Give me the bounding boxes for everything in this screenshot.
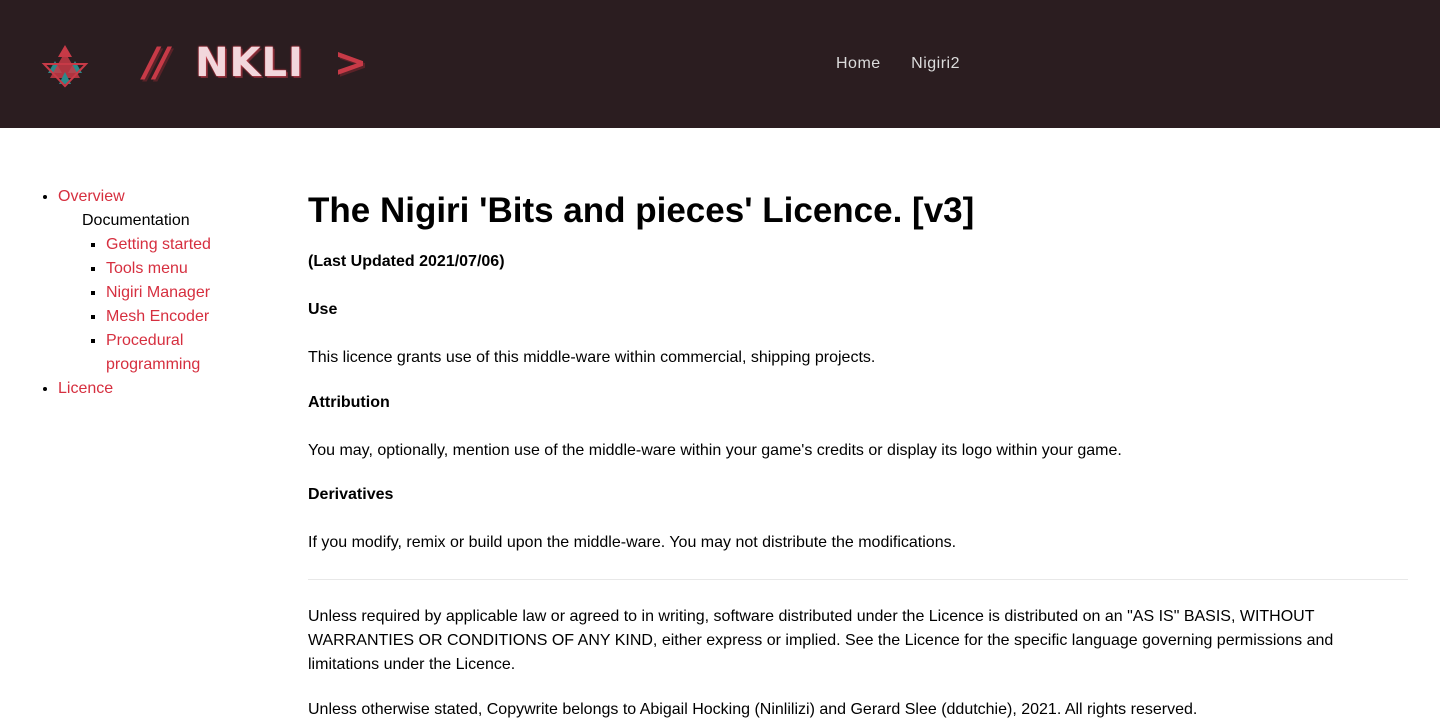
sidebar-link-getting-started[interactable]: Getting started <box>106 236 211 253</box>
sidebar-link-procedural-programming[interactable]: Procedural programming <box>106 332 200 373</box>
sidebar-item-procedural-programming: Procedural programming <box>106 329 226 377</box>
last-updated: (Last Updated 2021/07/06) <box>308 253 505 270</box>
section-text-use: This licence grants use of this middle-w… <box>308 349 876 366</box>
top-navbar: // NKLI > Home Nigiri2 <box>0 0 1440 128</box>
sidebar: Overview Documentation Getting started T… <box>0 185 260 401</box>
sidebar-link-nigiri-manager[interactable]: Nigiri Manager <box>106 284 210 301</box>
sidebar-link-mesh-encoder[interactable]: Mesh Encoder <box>106 308 209 325</box>
main-content: The Nigiri 'Bits and pieces' Licence. [v… <box>308 190 1408 722</box>
section-heading-use: Use <box>308 301 338 318</box>
logo-caret: > <box>333 40 369 86</box>
main-nav: Home Nigiri2 <box>836 54 986 74</box>
nav-nigiri2-link[interactable]: Nigiri2 <box>911 55 960 72</box>
sidebar-list: Overview Documentation Getting started T… <box>0 185 260 401</box>
divider <box>308 579 1408 580</box>
section-text-derivatives: If you modify, remix or build upon the m… <box>308 534 957 551</box>
sidebar-sublist: Getting started Tools menu Nigiri Manage… <box>58 233 260 377</box>
site-logo[interactable]: // NKLI > <box>40 40 367 90</box>
sidebar-item-licence: Licence <box>58 377 260 401</box>
sidebar-item-nigiri-manager: Nigiri Manager <box>106 281 260 305</box>
section-text-attribution: You may, optionally, mention use of the … <box>308 442 1122 459</box>
page-title: The Nigiri 'Bits and pieces' Licence. [v… <box>308 191 975 230</box>
logo-slashes: // <box>144 40 169 86</box>
logo-name: NKLI <box>195 40 304 86</box>
nav-home-link[interactable]: Home <box>836 55 881 72</box>
sidebar-label-documentation: Documentation <box>82 212 190 229</box>
logo-wordmark: // NKLI > <box>144 40 368 90</box>
copyright-text: Unless otherwise stated, Copywrite belon… <box>308 701 1198 718</box>
sidebar-link-overview[interactable]: Overview <box>58 188 125 205</box>
sidebar-link-licence[interactable]: Licence <box>58 380 113 397</box>
sidebar-link-tools-menu[interactable]: Tools menu <box>106 260 188 277</box>
sidebar-item-overview: Overview Documentation Getting started T… <box>58 185 260 377</box>
sidebar-item-tools-menu: Tools menu <box>106 257 260 281</box>
section-heading-attribution: Attribution <box>308 394 390 411</box>
section-heading-derivatives: Derivatives <box>308 486 394 503</box>
sidebar-item-mesh-encoder: Mesh Encoder <box>106 305 260 329</box>
sidebar-item-getting-started: Getting started <box>106 233 260 257</box>
triforce-logo-icon <box>41 45 89 88</box>
disclaimer-text: Unless required by applicable law or agr… <box>308 608 1334 673</box>
